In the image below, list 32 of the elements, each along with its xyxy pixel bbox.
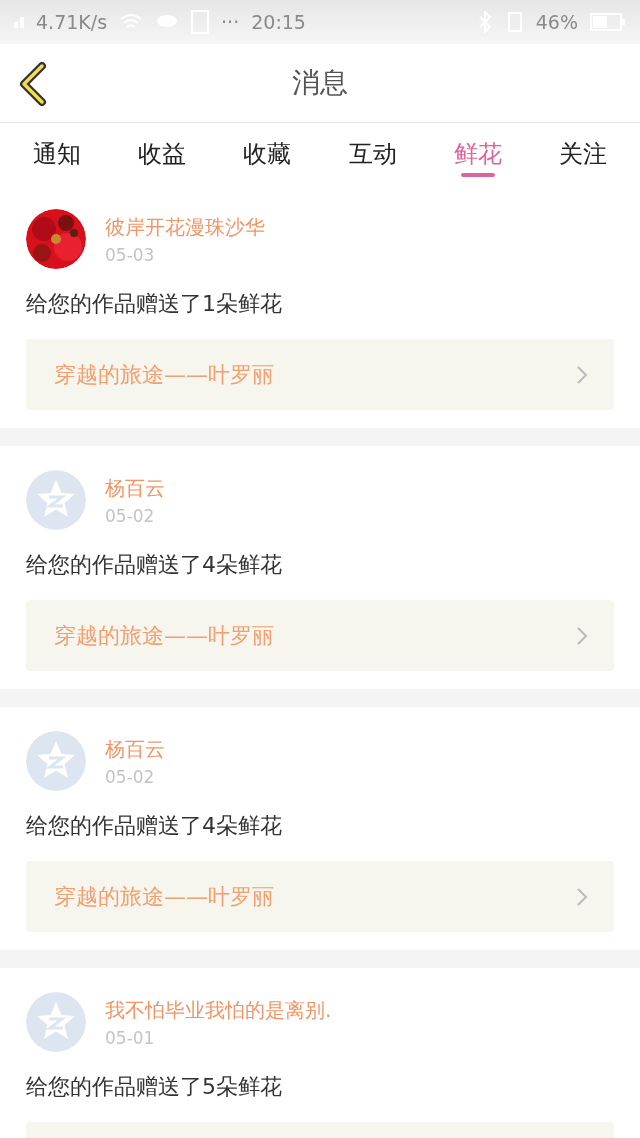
message-date: 05-01 <box>105 1027 156 1048</box>
battery-percent: 46% <box>535 11 578 33</box>
tab[interactable]: 收藏 <box>214 123 320 185</box>
avatar-icon <box>26 992 86 1052</box>
clock: 20:15 <box>251 11 306 33</box>
chevron-icon <box>576 625 588 646</box>
tab[interactable]: 通知 <box>4 123 110 185</box>
sender-name[interactable]: 杨百云 <box>105 474 165 502</box>
work-link[interactable]: 穿越的旅途——叶罗丽 <box>26 861 614 932</box>
message-text: 给您的作品赠送了5朵鲜花 <box>26 1073 283 1101</box>
message-text: 给您的作品赠送了4朵鲜花 <box>26 812 283 840</box>
tab[interactable]: 互动 <box>320 123 426 185</box>
work-link[interactable]: 穿越的旅途——叶罗丽 <box>26 339 614 410</box>
message-text: 给您的作品赠送了1朵鲜花 <box>26 290 283 318</box>
avatar-icon <box>26 731 86 791</box>
avatar-icon <box>26 470 86 530</box>
sender-name[interactable]: 杨百云 <box>105 735 165 763</box>
sender-name[interactable]: 彼岸开花漫珠沙华 <box>105 213 265 241</box>
message-date: 05-02 <box>105 766 156 787</box>
message-date: 05-03 <box>105 244 156 265</box>
chevron-icon <box>576 886 588 907</box>
network-speed: 4.71K/s <box>36 11 108 33</box>
tab[interactable]: 关注 <box>530 123 636 185</box>
chevron-icon <box>576 364 588 385</box>
work-link[interactable]: 穿越的旅途——叶罗丽 <box>26 600 614 671</box>
tab[interactable]: 鲜花 <box>425 123 531 185</box>
message-date: 05-02 <box>105 505 156 526</box>
message-text: 给您的作品赠送了4朵鲜花 <box>26 551 283 579</box>
page-title: 消息 <box>292 65 348 101</box>
sender-name[interactable]: 我不怕毕业我怕的是离别. <box>105 996 332 1024</box>
tab[interactable]: 收益 <box>109 123 215 185</box>
more-indicator: ··· <box>221 11 240 33</box>
